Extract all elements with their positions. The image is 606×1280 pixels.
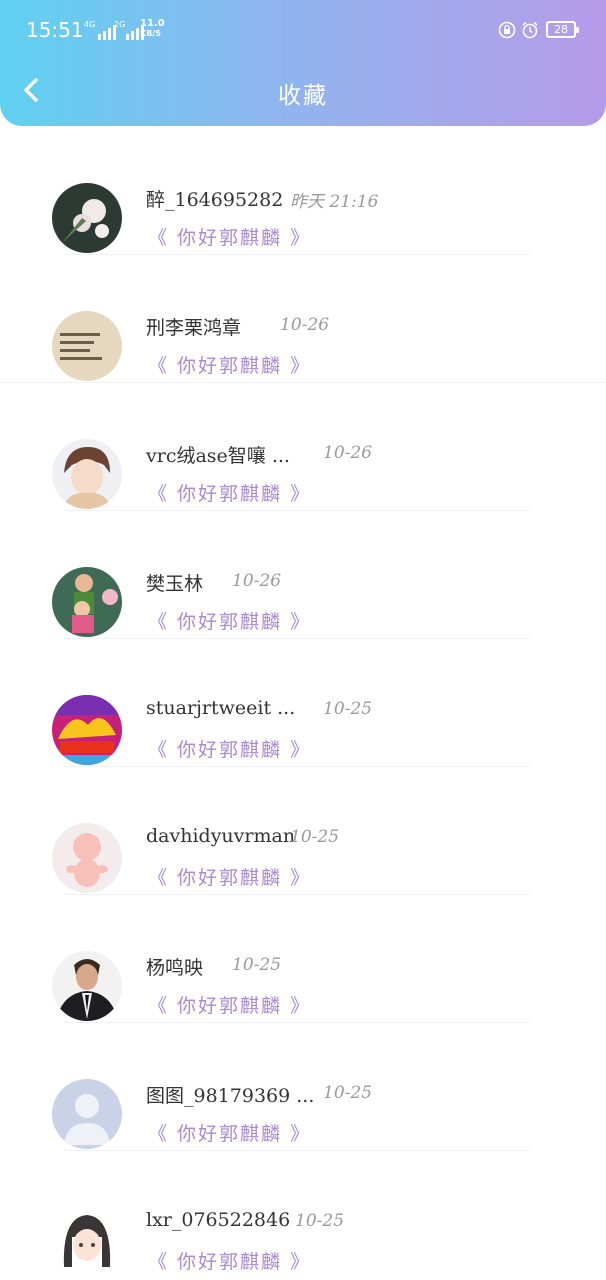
network-speed-unit: KB/S bbox=[140, 29, 161, 38]
favorite-date: 10-26 bbox=[232, 571, 282, 591]
user-name: stuarjrtweeit ... bbox=[146, 697, 296, 719]
list-item[interactable]: 刑李栗鸿章 10-26 《 你好郭麒麟 》 bbox=[0, 255, 606, 383]
default-user-avatar bbox=[52, 1079, 122, 1149]
favorite-date: 10-25 bbox=[323, 1083, 373, 1103]
list-item[interactable]: 图图_98179369 ... 10-25 《 你好郭麒麟 》 bbox=[0, 1023, 606, 1151]
man-in-suit-avatar bbox=[52, 951, 122, 1021]
list-item[interactable]: davhidyuvrman 10-25 《 你好郭麒麟 》 bbox=[0, 767, 606, 895]
baby-doll-avatar bbox=[52, 823, 122, 893]
favorite-date: 10-25 bbox=[295, 1211, 345, 1231]
favorite-title[interactable]: 《 你好郭麒麟 》 bbox=[148, 223, 311, 250]
favorite-title[interactable]: 《 你好郭麒麟 》 bbox=[148, 735, 311, 762]
favorite-date: 10-25 bbox=[232, 955, 282, 975]
user-name: 刑李栗鸿章 bbox=[146, 317, 242, 339]
colorful-banner-avatar bbox=[52, 695, 122, 765]
user-name: 樊玉林 bbox=[146, 573, 204, 595]
user-name: vrc绒ase智嚷 ... bbox=[146, 445, 290, 467]
signal-4g-label: 4G bbox=[84, 20, 96, 29]
handwritten-note-avatar bbox=[52, 311, 122, 381]
alarm-icon bbox=[522, 21, 538, 39]
favorite-date: 10-25 bbox=[290, 827, 340, 847]
user-name: 图图_98179369 ... bbox=[146, 1085, 315, 1107]
favorite-title[interactable]: 《 你好郭麒麟 》 bbox=[148, 863, 311, 890]
list-item[interactable]: vrc绒ase智嚷 ... 10-26 《 你好郭麒麟 》 bbox=[0, 383, 606, 511]
signal-4g-icon: 4G bbox=[84, 18, 116, 40]
children-photo-avatar bbox=[52, 567, 122, 637]
flower-photo-avatar bbox=[52, 183, 122, 253]
list-item[interactable]: 杨鸣映 10-25 《 你好郭麒麟 》 bbox=[0, 895, 606, 1023]
status-bar: 15:51 4G 2G 11.0 KB/S 28 bbox=[0, 0, 606, 60]
list-item[interactable]: stuarjrtweeit ... 10-25 《 你好郭麒麟 》 bbox=[0, 639, 606, 767]
user-name: davhidyuvrman bbox=[146, 825, 296, 847]
anime-boy-avatar bbox=[52, 439, 122, 509]
network-speed: 11.0 KB/S bbox=[140, 19, 165, 39]
header-bar: 15:51 4G 2G 11.0 KB/S 28 收藏 bbox=[0, 0, 606, 126]
list-item[interactable]: lxr_076522846 10-25 《 你好郭麒麟 》 bbox=[0, 1151, 606, 1279]
signal-2g-label: 2G bbox=[114, 20, 126, 29]
user-name: lxr_076522846 bbox=[146, 1209, 291, 1231]
list-item[interactable]: 醉_164695282 昨天 21:16 《 你好郭麒麟 》 bbox=[0, 127, 606, 255]
favorite-title[interactable]: 《 你好郭麒麟 》 bbox=[148, 1119, 311, 1146]
favorite-title[interactable]: 《 你好郭麒麟 》 bbox=[148, 479, 311, 506]
favorite-title[interactable]: 《 你好郭麒麟 》 bbox=[148, 351, 311, 378]
status-time: 15:51 bbox=[26, 18, 84, 42]
user-name: 杨鸣映 bbox=[146, 957, 204, 979]
lock-rotation-icon bbox=[498, 21, 516, 39]
list-item[interactable]: 樊玉林 10-26 《 你好郭麒麟 》 bbox=[0, 511, 606, 639]
favorite-title[interactable]: 《 你好郭麒麟 》 bbox=[148, 607, 311, 634]
user-name: 醉_164695282 bbox=[146, 189, 284, 211]
favorite-date: 10-26 bbox=[280, 315, 330, 335]
favorites-list: 醉_164695282 昨天 21:16 《 你好郭麒麟 》 刑李栗鸿章 10-… bbox=[0, 127, 606, 1279]
favorite-title[interactable]: 《 你好郭麒麟 》 bbox=[148, 1247, 311, 1274]
favorite-date: 昨天 21:16 bbox=[290, 192, 379, 212]
page-title: 收藏 bbox=[278, 83, 328, 109]
favorite-title[interactable]: 《 你好郭麒麟 》 bbox=[148, 991, 311, 1018]
network-speed-value: 11.0 bbox=[140, 18, 165, 29]
anime-girl-avatar bbox=[52, 1207, 122, 1277]
favorite-date: 10-26 bbox=[323, 443, 373, 463]
battery-icon: 28 bbox=[546, 21, 579, 38]
favorite-date: 10-25 bbox=[323, 699, 373, 719]
